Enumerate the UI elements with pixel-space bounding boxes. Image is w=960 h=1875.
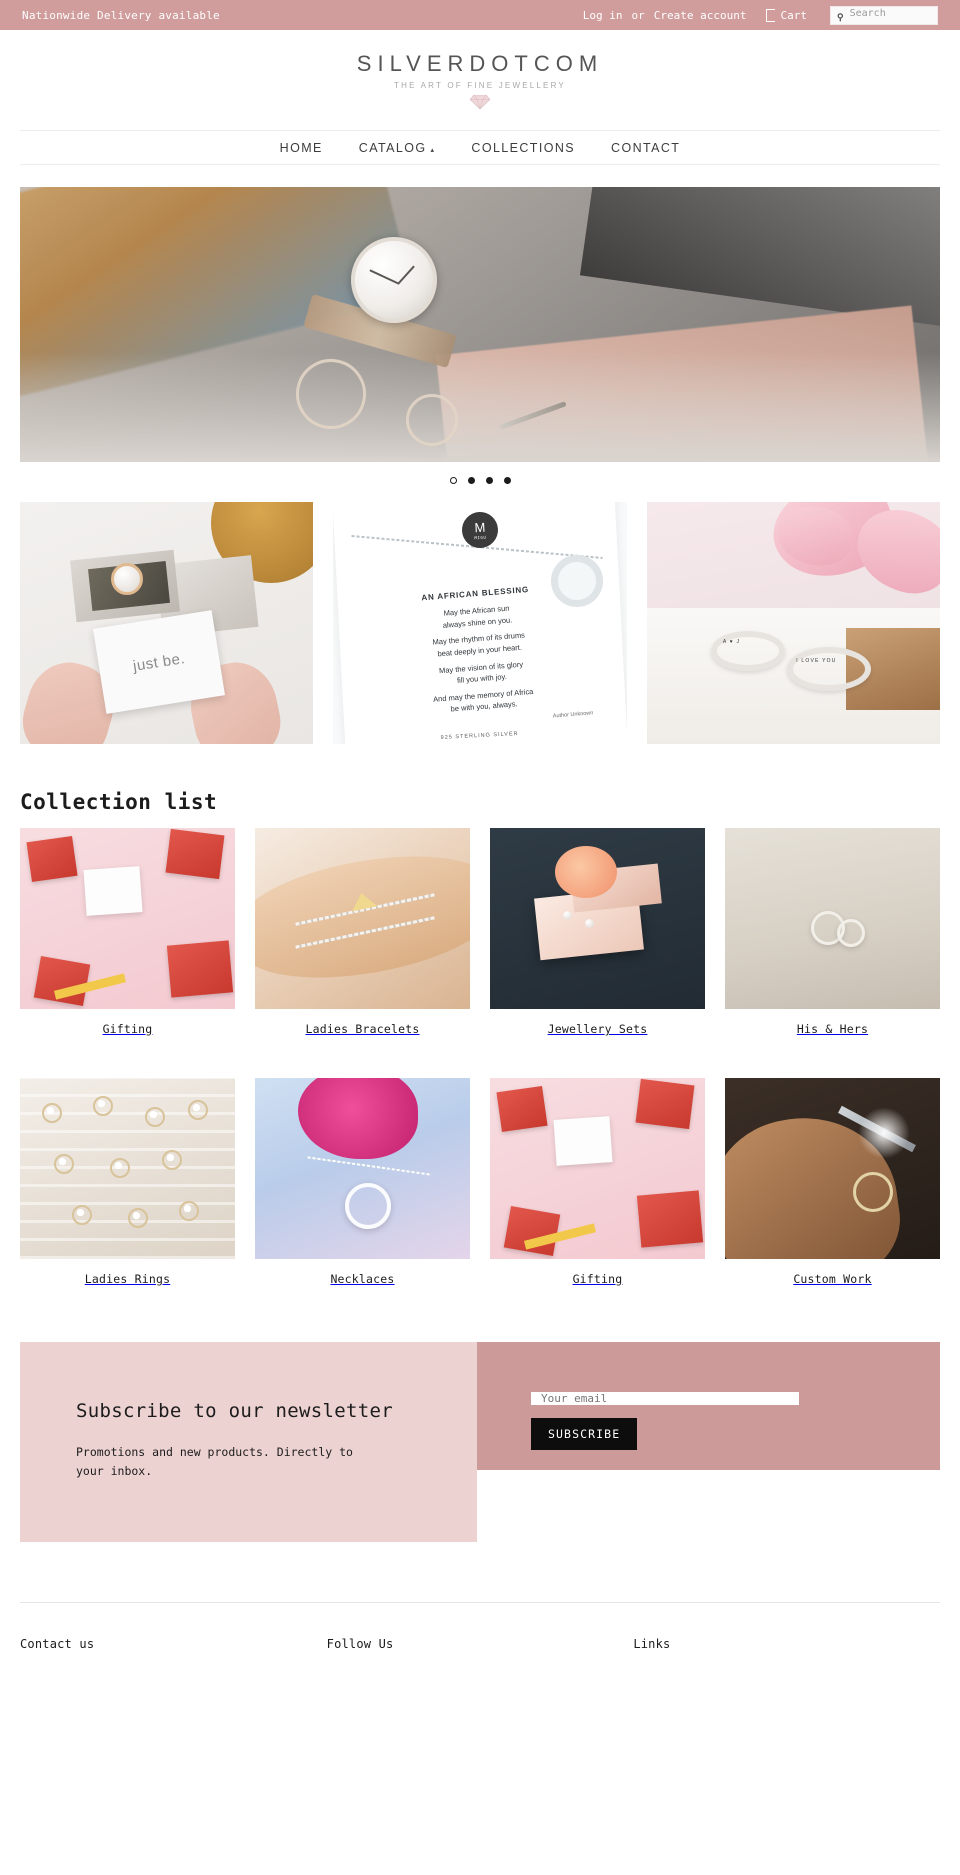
carousel-dot-2[interactable] — [467, 477, 475, 484]
collection-card-his-and-hers[interactable]: His & Hers — [725, 828, 940, 1036]
search-placeholder: Search — [849, 7, 886, 19]
collection-label: Custom Work — [793, 1272, 872, 1286]
collection-label: Gifting — [572, 1272, 623, 1286]
collection-card-ladies-bracelets[interactable]: Ladies Bracelets — [255, 828, 470, 1036]
carousel-dot-3[interactable] — [485, 477, 493, 484]
collection-card-custom-work[interactable]: Custom Work — [725, 1078, 940, 1286]
gift-card-text: just be. — [131, 649, 187, 675]
login-link[interactable]: Log in — [583, 9, 623, 22]
newsletter-subtitle: Promotions and new products. Directly to… — [76, 1444, 353, 1478]
main-navigation: HOME CATALOG ▴ COLLECTIONS CONTACT — [20, 130, 940, 165]
collection-card-ladies-rings[interactable]: Ladies Rings — [20, 1078, 235, 1286]
diamond-icon — [470, 95, 490, 109]
site-tagline: THE ART OF FINE JEWELLERY — [394, 81, 566, 90]
ring-engraving-right: I LOVE YOU — [796, 658, 837, 665]
collection-label: Gifting — [102, 1022, 153, 1036]
newsletter-title: Subscribe to our newsletter — [76, 1400, 393, 1422]
nav-item-contact[interactable]: CONTACT — [611, 141, 680, 155]
collection-card-gifting-2[interactable]: Gifting — [490, 1078, 705, 1286]
collection-label: His & Hers — [796, 1022, 869, 1036]
collection-label: Ladies Bracelets — [305, 1022, 420, 1036]
footer-heading: Links — [633, 1637, 671, 1652]
hero-section — [0, 165, 960, 462]
cart-link[interactable]: Cart — [765, 8, 808, 22]
watch-hour-hand — [397, 264, 415, 285]
search-icon: ⚲ — [837, 13, 844, 23]
site-logo-title[interactable]: SILVERDOTCOM — [357, 51, 603, 77]
carousel-dot-4[interactable] — [503, 477, 511, 484]
hero-decor-watch-face — [351, 236, 438, 323]
collection-thumbnail — [490, 1078, 705, 1259]
account-actions: Log in or Create account Cart ⚲ Search — [583, 5, 938, 25]
chevron-down-icon: ▴ — [430, 146, 436, 154]
hero-decor-ring-2 — [406, 393, 459, 446]
site-footer: Contact us Follow Us Links — [20, 1602, 940, 1666]
feature-tiles: just be. M MIGU AN AFRICAN BLESSING May … — [0, 502, 960, 744]
collection-grid-row-2: Ladies Rings Necklaces Gifting Custom Wo… — [0, 1078, 960, 1286]
footer-heading: Contact us — [20, 1637, 95, 1652]
ring-engraving-left: A ♥ J — [722, 638, 741, 645]
create-account-link[interactable]: Create account — [654, 9, 747, 22]
or-separator: or — [631, 8, 645, 22]
carousel-dots — [0, 462, 960, 502]
feature-tile-engraved-rings[interactable]: A ♥ J I LOVE YOU — [646, 502, 940, 744]
collection-list-heading: Collection list — [20, 790, 218, 814]
badge-name: MIGU — [474, 533, 487, 540]
collection-thumbnail — [490, 828, 705, 1009]
nav-item-home[interactable]: HOME — [280, 141, 323, 155]
nav-label: CATALOG — [358, 140, 427, 155]
nav-item-catalog[interactable]: CATALOG ▴ — [359, 141, 436, 155]
tile-decor-ring-band-b — [787, 646, 872, 691]
feature-tile-gift-box[interactable]: just be. — [20, 502, 314, 744]
nav-label: CONTACT — [611, 140, 681, 155]
collection-thumbnail — [20, 828, 235, 1009]
collection-card-jewellery-sets[interactable]: Jewellery Sets — [490, 828, 705, 1036]
footer-heading: Follow Us — [326, 1637, 394, 1652]
newsletter-copy: Subscribe to our newsletter Promotions a… — [20, 1342, 477, 1543]
newsletter-section: Subscribe to our newsletter Promotions a… — [20, 1342, 940, 1543]
badge-letter: M — [474, 518, 487, 535]
carousel-dot-1[interactable] — [449, 477, 457, 484]
collection-card-gifting[interactable]: Gifting — [20, 828, 235, 1036]
nav-item-collections[interactable]: COLLECTIONS — [471, 141, 575, 155]
collection-card-necklaces[interactable]: Necklaces — [255, 1078, 470, 1286]
hero-decor-cloth — [20, 352, 940, 462]
nav-label: COLLECTIONS — [471, 140, 576, 155]
cart-icon — [765, 8, 775, 22]
footer-column-contact: Contact us — [20, 1637, 327, 1666]
watch-minute-hand — [369, 269, 399, 285]
newsletter-form: SUBSCRIBE — [477, 1342, 940, 1470]
nav-label: HOME — [279, 140, 323, 155]
collection-thumbnail — [255, 1078, 470, 1259]
footer-column-links: Links — [633, 1637, 940, 1666]
search-field[interactable]: ⚲ Search — [830, 5, 938, 25]
site-header: SILVERDOTCOM THE ART OF FINE JEWELLERY — [0, 30, 960, 130]
subscribe-button[interactable]: SUBSCRIBE — [531, 1418, 638, 1450]
footer-column-follow: Follow Us — [327, 1637, 634, 1666]
poster-text-block: AN AFRICAN BLESSING May the African sun … — [352, 580, 608, 735]
collection-thumbnail — [255, 828, 470, 1009]
collection-label: Ladies Rings — [84, 1272, 171, 1286]
cart-label: Cart — [780, 8, 808, 22]
collection-label: Necklaces — [330, 1272, 395, 1286]
feature-tile-blessing-poster[interactable]: M MIGU AN AFRICAN BLESSING May the Afric… — [333, 502, 627, 744]
collection-grid-row-1: Gifting Ladies Bracelets Jewellery Sets … — [0, 828, 960, 1036]
collection-thumbnail — [725, 1078, 940, 1259]
hero-slide[interactable] — [20, 187, 940, 462]
collection-thumbnail — [20, 1078, 235, 1259]
collection-thumbnail — [725, 828, 940, 1009]
announcement-bar: Nationwide Delivery available Log in or … — [0, 0, 960, 30]
collection-label: Jewellery Sets — [547, 1022, 648, 1036]
announcement-text: Nationwide Delivery available — [22, 8, 220, 22]
tile-decor-watch — [110, 562, 143, 595]
newsletter-email-input[interactable] — [531, 1392, 799, 1405]
